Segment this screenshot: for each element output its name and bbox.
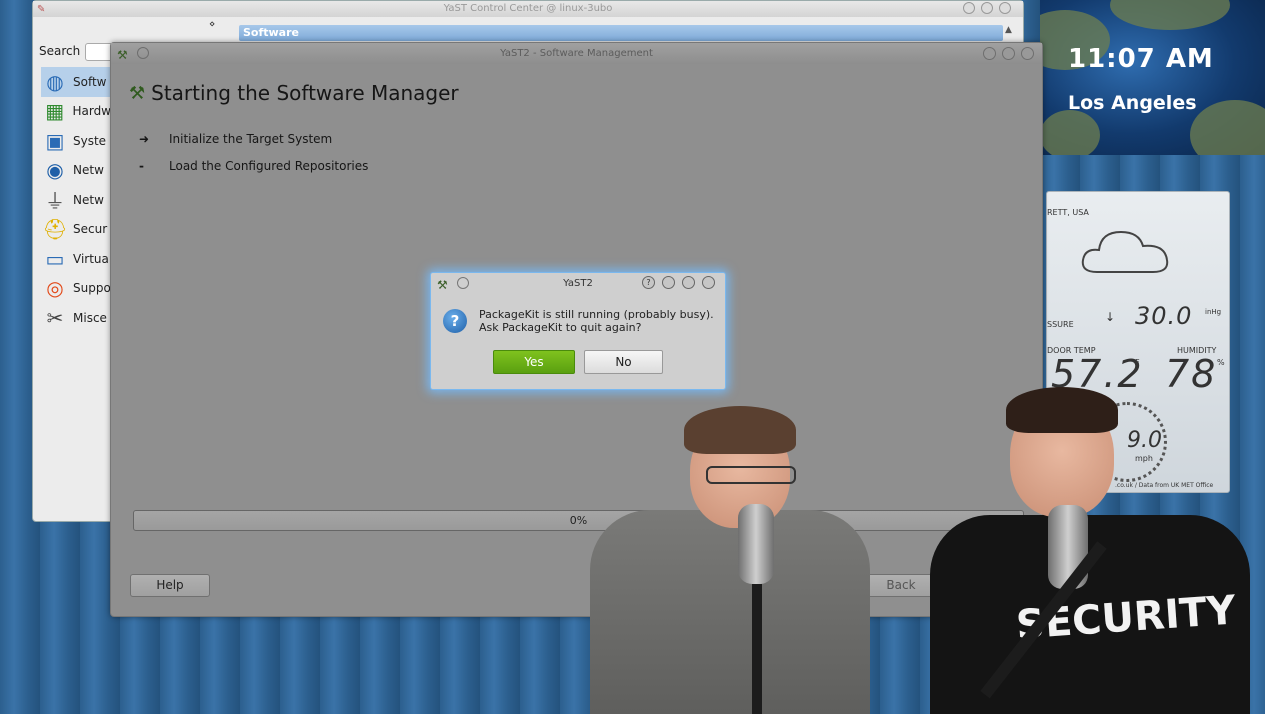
cloud-icon [1081,230,1169,273]
minimize-icon[interactable] [983,47,996,60]
search-label: Search [39,44,81,58]
host-right: SECURITY [920,385,1265,714]
window-menu-icon[interactable] [457,277,469,289]
sidebar-item-network-devices[interactable]: ⏚ Netw [41,185,111,215]
host-left [580,400,880,714]
sidebar-item-security[interactable]: ⛑ Secur [41,215,111,245]
sidebar-item-hardware[interactable]: ▦ Hardw [41,97,111,127]
software-icon: ◍ [46,69,64,94]
support-icon: ◎ [46,276,64,301]
sidebar-item-label: Netw [73,192,104,207]
sidebar-item-miscellaneous[interactable]: ✂ Misce [41,303,111,333]
dialog-message-line-1: PackageKit is still running (probably bu… [479,308,714,321]
yast-app-icon: ⚒ [437,278,448,292]
minimize-icon[interactable] [662,276,675,289]
mic-stand [752,584,762,714]
network-services-icon: ◉ [46,158,64,183]
maximize-icon[interactable] [981,2,993,14]
pressure-value: 30.0 [1135,302,1193,330]
clock-city: Los Angeles [1068,92,1197,114]
security-icon: ⛑ [42,217,68,242]
pending-step-dash-icon: - [139,159,144,173]
clock-time: 11:07 AM [1068,44,1214,74]
maximize-icon[interactable] [682,276,695,289]
microphone-icon [738,504,774,584]
sidebar-item-label: Syste [73,133,107,148]
miscellaneous-icon: ✂ [46,305,64,330]
yes-button[interactable]: Yes [493,350,575,374]
window-title: YaST2 - Software Management [500,48,653,59]
sidebar-item-label: Hardw [72,104,111,119]
page-title: ⚒ Starting the Software Manager [129,81,459,105]
network-devices-icon: ⏚ [45,189,65,214]
sidebar-item-network-services[interactable]: ◉ Netw [41,156,111,186]
progress-bar: 0% [133,510,1024,531]
yast-app-icon: ⚒ [117,48,128,62]
glasses-icon [706,466,796,484]
pressure-unit: inHg [1205,308,1222,316]
sidebar-item-virtualization[interactable]: ▭ Virtua [41,244,111,274]
chevron-down-icon[interactable]: ⋄ [209,19,215,30]
step-load-repositories: - Load the Configured Repositories [139,159,368,173]
software-management-titlebar: ⚒ YaST2 - Software Management [111,43,1042,64]
host-left-shirt [590,510,870,714]
sidebar-item-label: Misce [73,310,107,325]
minimize-icon[interactable] [963,2,975,14]
close-icon[interactable] [999,2,1011,14]
yast-app-icon: ⚒ [129,82,146,104]
dialog-titlebar: ⚒ YaST2 ? [431,273,725,294]
sidebar-item-label: Netw [73,163,104,178]
hardware-icon: ▦ [45,99,65,124]
current-step-arrow-icon: ➜ [139,132,150,146]
sidebar-item-label: Suppo [73,281,111,296]
packagekit-dialog: ⚒ YaST2 ? ? PackageKit is still running … [430,272,726,390]
dialog-message-line-2: Ask PackageKit to quit again? [479,321,642,334]
selected-category-bar[interactable]: Software [239,25,1003,41]
pressure-trend-icon: ↓ [1105,310,1116,324]
sidebar-item-software[interactable]: ◍ Softw [41,67,111,97]
sidebar-item-system[interactable]: ▣ Syste [41,126,111,156]
help-icon[interactable]: ? [642,276,655,289]
no-button[interactable]: No [584,350,663,374]
outdoor-temp-unit: °F [1131,358,1140,367]
virtualization-icon: ▭ [45,246,65,271]
weather-location: RETT, USA [1047,208,1089,217]
category-sidebar: ◍ Softw ▦ Hardw ▣ Syste ◉ Netw ⏚ Netw ⛑ Secur … [41,67,111,333]
sidebar-item-label: Softw [73,74,107,89]
step-label: Load the Configured Repositories [169,159,369,173]
control-center-title: YaST Control Center @ linux-3ubo [443,3,613,14]
window-menu-icon[interactable] [137,47,149,59]
step-label: Initialize the Target System [169,132,333,146]
step-initialize: ➜ Initialize the Target System [139,132,332,146]
control-center-titlebar: ✎ YaST Control Center @ linux-3ubo [33,1,1023,17]
humidity-unit: % [1217,358,1225,367]
maximize-icon[interactable] [1002,47,1015,60]
help-button[interactable]: Help [130,574,210,597]
host-right-hair [1006,387,1118,433]
sidebar-item-label: Virtua [73,251,109,266]
dialog-title: YaST2 [563,278,593,289]
close-icon[interactable] [702,276,715,289]
pressure-label: SSURE [1047,320,1074,329]
dialog-message: PackageKit is still running (probably bu… [479,308,714,334]
system-icon: ▣ [45,128,65,153]
scroll-up-icon[interactable]: ▲ [1005,25,1012,35]
sidebar-item-label: Secur [73,222,108,237]
page-title-text: Starting the Software Manager [151,81,459,105]
question-icon: ? [443,309,467,333]
yast-app-icon: ✎ [37,4,46,15]
world-clock-widget: 11:07 AM Los Angeles [1040,0,1265,155]
sidebar-item-support[interactable]: ◎ Suppo [41,274,111,304]
close-icon[interactable] [1021,47,1034,60]
host-left-hair [684,406,796,454]
